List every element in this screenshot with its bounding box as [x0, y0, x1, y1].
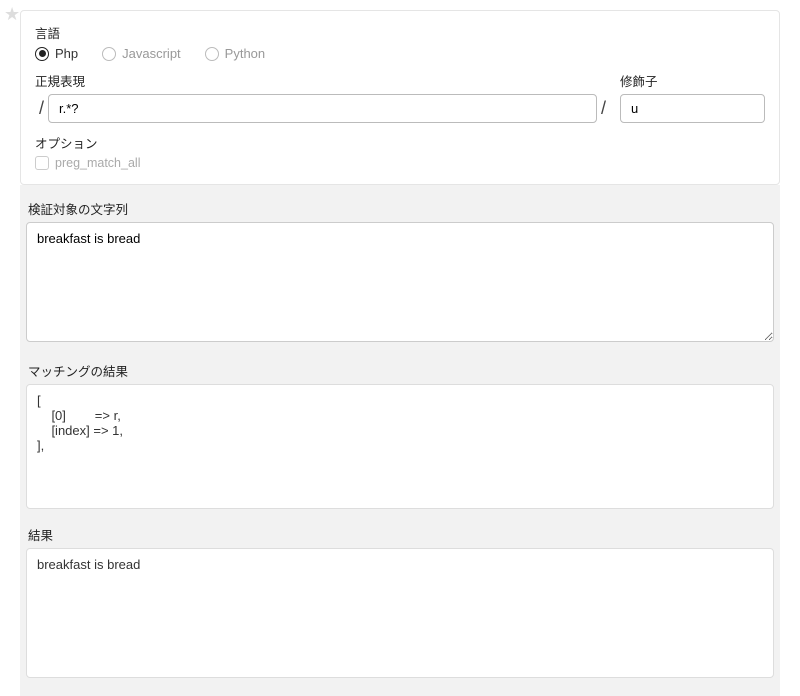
modifier-label: 修飾子 [620, 71, 765, 90]
language-label: 言語 [35, 23, 765, 42]
regex-modifier-input[interactable] [620, 94, 765, 123]
radio-php[interactable]: Php [35, 46, 78, 61]
star-icon[interactable]: ★ [4, 4, 20, 25]
regex-slash-close: / [597, 98, 610, 119]
regex-row: 正規表現 / / 修飾子 [35, 71, 765, 123]
language-radio-group: Php Javascript Python [35, 46, 765, 61]
test-string-input[interactable]: breakfast is bread [26, 222, 774, 342]
radio-label: Php [55, 46, 78, 61]
preg-match-all-option[interactable]: preg_match_all [35, 156, 765, 170]
radio-python[interactable]: Python [205, 46, 265, 61]
results-section: 検証対象の文字列 breakfast is bread マッチングの結果 [ [… [20, 185, 780, 696]
test-string-label: 検証対象の文字列 [26, 199, 774, 218]
final-result-box: breakfast is bread [26, 548, 774, 678]
options-label: オプション [35, 133, 765, 152]
radio-label: Python [225, 46, 265, 61]
regex-label: 正規表現 [35, 71, 610, 90]
radio-javascript[interactable]: Javascript [102, 46, 181, 61]
checkbox-icon [35, 156, 49, 170]
checkbox-label: preg_match_all [55, 156, 140, 170]
radio-circle-icon [35, 47, 49, 61]
config-panel: 言語 Php Javascript Python 正規表現 / / 修飾子 [20, 10, 780, 185]
match-result-box: [ [0] => r, [index] => 1, ], [26, 384, 774, 509]
final-result-label: 結果 [26, 525, 774, 544]
regex-pattern-input[interactable] [48, 94, 597, 123]
match-result-label: マッチングの結果 [26, 361, 774, 380]
radio-circle-icon [205, 47, 219, 61]
radio-label: Javascript [122, 46, 181, 61]
radio-circle-icon [102, 47, 116, 61]
regex-slash-open: / [35, 98, 48, 119]
